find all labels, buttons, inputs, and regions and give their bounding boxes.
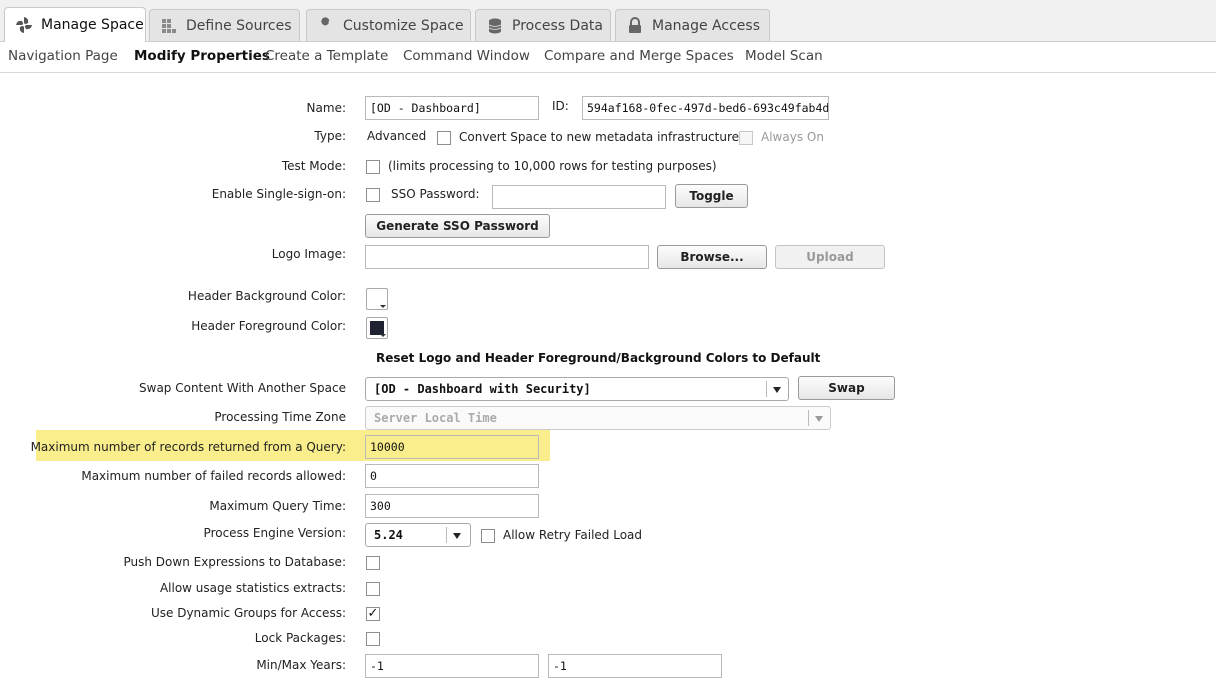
select-separator: [766, 381, 767, 397]
max-time-input[interactable]: 300: [365, 494, 539, 518]
logo-input[interactable]: [365, 245, 649, 269]
logo-label: Logo Image:: [271, 247, 346, 261]
id-label: ID:: [552, 99, 569, 113]
subnav-model-scan[interactable]: Model Scan: [745, 48, 823, 64]
subnav-create-template[interactable]: Create a Template: [265, 48, 388, 64]
sso-password-label: SSO Password:: [391, 187, 480, 201]
subnav-modify-properties[interactable]: Modify Properties: [134, 48, 270, 64]
test-mode-note: (limits processing to 10,000 rows for te…: [388, 159, 717, 173]
test-mode-label: Test Mode:: [281, 159, 346, 173]
retry-label: Allow Retry Failed Load: [503, 528, 643, 542]
header-fg-swatch[interactable]: [366, 317, 388, 339]
tab-manage-space[interactable]: Manage Space: [4, 7, 146, 42]
engine-select[interactable]: 5.24: [365, 523, 471, 547]
swap-select[interactable]: [OD - Dashboard with Security]: [365, 377, 789, 401]
name-label: Name:: [306, 101, 346, 115]
chevron-down-icon: [773, 387, 781, 393]
subnav-compare-merge[interactable]: Compare and Merge Spaces: [544, 48, 734, 64]
timezone-select[interactable]: Server Local Time: [365, 406, 831, 430]
browse-button[interactable]: Browse...: [657, 245, 767, 269]
wrench-icon: [317, 16, 335, 35]
header-fg-fill: [370, 321, 384, 335]
pushdown-label: Push Down Expressions to Database:: [123, 555, 347, 569]
select-separator: [446, 527, 447, 543]
retry-checkbox[interactable]: [481, 529, 495, 543]
max-failed-input[interactable]: 0: [365, 464, 539, 488]
type-value: Advanced: [367, 129, 427, 143]
engine-label: Process Engine Version:: [203, 526, 346, 540]
min-year-input[interactable]: -1: [365, 654, 539, 678]
lock-packages-checkbox[interactable]: [366, 632, 380, 646]
header-bg-swatch[interactable]: [366, 288, 388, 310]
header-bg-fill: [370, 292, 384, 306]
reset-colors-link[interactable]: Reset Logo and Header Foreground/Backgro…: [376, 351, 820, 365]
tab-label: Customize Space: [343, 17, 464, 34]
sso-checkbox[interactable]: [366, 188, 380, 202]
pinwheel-icon: [15, 16, 33, 34]
minmax-years-label: Min/Max Years:: [256, 658, 346, 672]
type-label: Type:: [314, 129, 346, 143]
usage-checkbox[interactable]: [366, 582, 380, 596]
swap-select-value: [OD - Dashboard with Security]: [374, 382, 591, 396]
generate-sso-button[interactable]: Generate SSO Password: [365, 214, 550, 238]
upload-button[interactable]: Upload: [775, 245, 885, 269]
lock-packages-label: Lock Packages:: [254, 631, 346, 645]
database-icon: [486, 17, 504, 35]
sso-label: Enable Single-sign-on:: [211, 187, 346, 201]
dynamic-groups-checkbox[interactable]: ✓: [366, 607, 380, 621]
convert-label: Convert Space to new metadata infrastruc…: [459, 130, 740, 144]
engine-select-value: 5.24: [374, 528, 403, 542]
always-on-checkbox[interactable]: [739, 131, 753, 145]
test-mode-checkbox[interactable]: [366, 160, 380, 174]
select-separator: [808, 410, 809, 426]
sso-password-input[interactable]: [492, 185, 666, 209]
header-fg-label: Header Foreground Color:: [191, 319, 346, 333]
name-input[interactable]: [OD - Dashboard]: [365, 96, 539, 120]
subnav-command-window[interactable]: Command Window: [403, 48, 530, 64]
id-input[interactable]: 594af168-0fec-497d-bed6-693c49fab4de: [582, 96, 829, 120]
tab-process-data[interactable]: Process Data: [475, 9, 611, 41]
always-on-label: Always On: [761, 130, 824, 144]
lock-icon: [626, 16, 644, 35]
max-year-input[interactable]: -1: [548, 654, 722, 678]
tab-manage-access[interactable]: Manage Access: [615, 9, 770, 41]
max-time-label: Maximum Query Time:: [209, 499, 346, 513]
dynamic-groups-label: Use Dynamic Groups for Access:: [150, 606, 346, 620]
sub-navigation: Navigation Page Modify Properties Create…: [0, 42, 1216, 73]
chevron-down-icon: [380, 334, 386, 337]
tab-label: Manage Space: [41, 17, 144, 33]
chevron-down-icon: [453, 533, 461, 539]
tab-define-sources[interactable]: Define Sources: [149, 9, 300, 41]
swap-button[interactable]: Swap: [798, 376, 895, 400]
convert-checkbox[interactable]: [437, 131, 451, 145]
chevron-down-icon: [815, 416, 823, 422]
max-failed-label: Maximum number of failed records allowed…: [81, 469, 346, 483]
tab-label: Manage Access: [652, 17, 760, 34]
tab-customize-space[interactable]: Customize Space: [306, 9, 471, 41]
pushdown-checkbox[interactable]: [366, 556, 380, 570]
chevron-down-icon: [380, 305, 386, 308]
tab-label: Define Sources: [186, 17, 292, 34]
toggle-button[interactable]: Toggle: [675, 184, 748, 208]
usage-label: Allow usage statistics extracts:: [159, 581, 346, 595]
subnav-navigation-page[interactable]: Navigation Page: [8, 48, 118, 64]
timezone-select-value: Server Local Time: [374, 411, 497, 425]
max-records-label: Maximum number of records returned from …: [30, 440, 346, 454]
header-bg-label: Header Background Color:: [187, 289, 346, 303]
max-records-input[interactable]: 10000: [365, 435, 539, 459]
swap-label: Swap Content With Another Space: [139, 381, 346, 395]
tab-bar: Manage Space Define Sources Customize Sp…: [0, 0, 1216, 42]
timezone-label: Processing Time Zone: [214, 410, 346, 424]
tab-label: Process Data: [512, 17, 603, 34]
grid-icon: [160, 17, 178, 35]
